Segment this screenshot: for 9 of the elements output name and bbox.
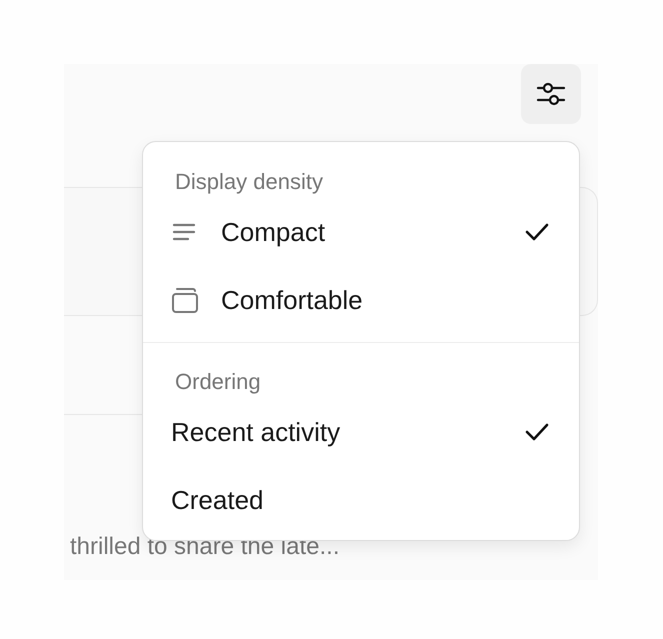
sliders-icon (536, 81, 566, 107)
filter-button[interactable] (521, 64, 581, 124)
menu-item[interactable]: Recent activity (143, 398, 579, 466)
menu-item[interactable]: Compact (143, 198, 579, 266)
menu-item[interactable]: Created (143, 466, 579, 534)
section-header: Ordering (174, 368, 262, 396)
card-stack-icon (171, 286, 199, 314)
section-header: Display density (174, 168, 324, 196)
menu-item[interactable]: Comfortable (143, 266, 579, 334)
